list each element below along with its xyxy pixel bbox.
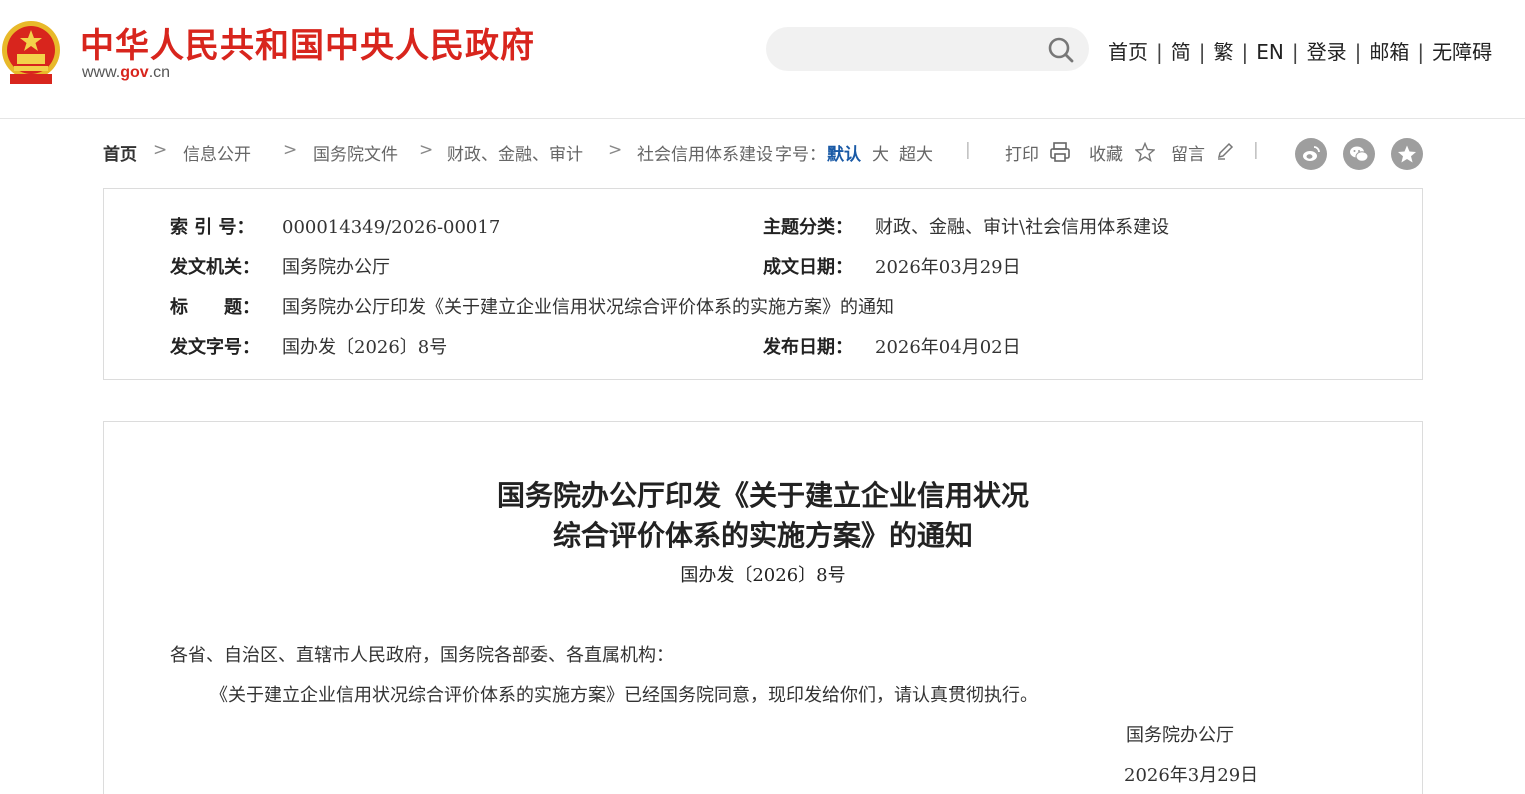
meta-title-label: 标 题： (170, 297, 260, 318)
toolbar-divider: | (1253, 140, 1259, 160)
meta-title-value: 国务院办公厅印发《关于建立企业信用状况综合评价体系的实施方案》的通知 (282, 297, 894, 318)
nav-separator: | (1241, 40, 1249, 64)
site-header: 中华人民共和国中央人民政府 www.gov.cn 首页 | 简 | 繁 | EN | 登录 | 邮箱… (0, 0, 1525, 119)
meta-issuer: 发文机关： 国务院办公厅 (170, 253, 390, 279)
pencil-icon[interactable] (1215, 141, 1235, 161)
breadcrumb-arrow-icon: > (153, 140, 168, 160)
meta-docno-label: 发文字号： (170, 337, 260, 358)
breadcrumb-arrow-icon: > (419, 140, 434, 160)
nav-separator: | (1156, 40, 1163, 64)
search-input[interactable] (784, 37, 1038, 63)
document-date: 2026年3月29日 (1124, 765, 1259, 786)
site-title[interactable]: 中华人民共和国中央人民政府 (80, 18, 535, 67)
top-nav: 首页 | 简 | 繁 | EN | 登录 | 邮箱 | 无障碍 (1108, 36, 1492, 65)
meta-issuer-value: 国务院办公厅 (282, 257, 390, 278)
nav-accessibility[interactable]: 无障碍 (1432, 40, 1492, 64)
nav-home[interactable]: 首页 (1108, 40, 1148, 64)
document-title-line-1: 国务院办公厅印发《关于建立企业信用状况 (496, 479, 1029, 512)
meta-index-value: 000014349/2026-00017 (282, 217, 501, 238)
nav-traditional[interactable]: 繁 (1214, 40, 1234, 64)
favorite-share-button[interactable] (1391, 138, 1423, 170)
nav-separator: | (1198, 40, 1206, 64)
breadcrumb-home[interactable]: 首页 (103, 140, 137, 165)
document-content: 国务院办公厅印发《关于建立企业信用状况 综合评价体系的实施方案》的通知 国办发〔… (103, 421, 1423, 794)
wechat-share-button[interactable] (1343, 138, 1375, 170)
meta-title: 标 题： 国务院办公厅印发《关于建立企业信用状况综合评价体系的实施方案》的通知 (170, 293, 894, 319)
document-salutation: 各省、自治区、直辖市人民政府，国务院各部委、各直属机构： (170, 645, 674, 666)
breadcrumb-finance[interactable]: 财政、金融、审计 (447, 140, 583, 165)
meta-written-label: 成文日期： (763, 257, 853, 278)
meta-publish-value: 2026年04月02日 (875, 337, 1021, 358)
breadcrumb-arrow-icon: > (283, 140, 298, 160)
nav-separator: | (1417, 40, 1425, 64)
document-signer: 国务院办公厅 (1126, 725, 1234, 746)
nav-login[interactable]: 登录 (1307, 40, 1347, 64)
meta-publish-label: 发布日期： (763, 337, 853, 358)
search-icon[interactable] (1047, 36, 1075, 64)
comment-button[interactable]: 留言 (1171, 140, 1205, 165)
font-size-default[interactable]: 默认 (827, 140, 861, 165)
document-title-line-2: 综合评价体系的实施方案》的通知 (552, 519, 973, 552)
font-size-label: 字号： (775, 145, 826, 165)
font-size-xlarge[interactable]: 超大 (899, 140, 933, 165)
national-emblem-icon[interactable] (0, 18, 62, 86)
meta-publish-date: 发布日期： 2026年04月02日 (763, 333, 1021, 359)
nav-simplified[interactable]: 简 (1171, 40, 1191, 64)
weibo-icon (1303, 146, 1320, 161)
star-share-icon (1398, 145, 1416, 163)
nav-mail[interactable]: 邮箱 (1369, 40, 1409, 64)
breadcrumb-info-public[interactable]: 信息公开 (183, 140, 251, 165)
meta-index-label: 索 引 号： (170, 217, 255, 238)
breadcrumb-arrow-icon: > (608, 140, 623, 160)
domain-mid: gov (120, 64, 149, 81)
search-box (766, 27, 1089, 71)
document-meta-box: 索 引 号： 000014349/2026-00017 主题分类： 财政、金融、审计… (103, 188, 1423, 380)
wechat-icon (1350, 146, 1369, 162)
meta-topic-value: 财政、金融、审计\社会信用体系建设 (875, 217, 1170, 238)
toolbar-divider: | (965, 140, 971, 160)
meta-issuer-label: 发文机关： (170, 257, 260, 278)
breadcrumb-state-council-docs[interactable]: 国务院文件 (313, 140, 398, 165)
print-button[interactable]: 打印 (1005, 140, 1039, 165)
meta-index: 索 引 号： 000014349/2026-00017 (170, 213, 500, 239)
domain-prefix: www. (82, 64, 121, 81)
site-domain: www.gov.cn (82, 64, 170, 82)
meta-written-date: 成文日期： 2026年03月29日 (763, 253, 1021, 279)
meta-doc-number: 发文字号： 国办发〔2026〕8号 (170, 333, 447, 359)
document-code: 国办发〔2026〕8号 (680, 565, 846, 586)
meta-written-value: 2026年03月29日 (875, 257, 1021, 278)
domain-suffix: .cn (148, 64, 171, 81)
favorite-button[interactable]: 收藏 (1089, 140, 1123, 165)
printer-icon[interactable] (1049, 141, 1071, 163)
meta-topic-label: 主题分类： (763, 217, 853, 238)
nav-separator: | (1354, 40, 1362, 64)
star-icon[interactable] (1135, 142, 1155, 162)
font-size-large[interactable]: 大 (872, 140, 889, 165)
nav-english[interactable]: EN (1256, 40, 1284, 64)
breadcrumb-social-credit[interactable]: 社会信用体系建设 (637, 140, 773, 165)
document-body: 《关于建立企业信用状况综合评价体系的实施方案》已经国务院同意，现印发给你们，请认… (210, 685, 1038, 706)
meta-docno-value: 国办发〔2026〕8号 (282, 337, 448, 358)
breadcrumb: 首页 > 信息公开 > 国务院文件 > 财政、金融、审计 > 社会信用体系建设 … (103, 138, 1423, 170)
nav-separator: | (1291, 40, 1299, 64)
meta-topic: 主题分类： 财政、金融、审计\社会信用体系建设 (763, 213, 1169, 239)
weibo-share-button[interactable] (1295, 138, 1327, 170)
